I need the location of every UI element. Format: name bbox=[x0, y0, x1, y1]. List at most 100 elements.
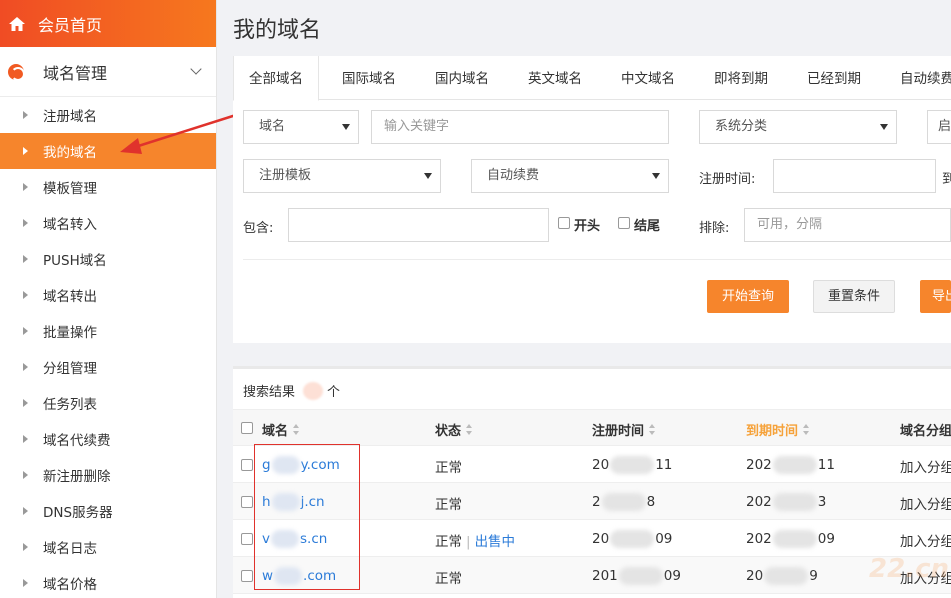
chevron-down-icon bbox=[190, 63, 202, 75]
row-checkbox[interactable] bbox=[241, 570, 253, 582]
sidebar-home-label: 会员首页 bbox=[38, 15, 103, 35]
starts-checkbox[interactable] bbox=[558, 217, 570, 229]
caret-right-icon bbox=[23, 147, 28, 155]
caret-right-icon bbox=[23, 507, 28, 515]
domain-link[interactable]: w .com bbox=[262, 567, 336, 585]
sidebar-item-push[interactable]: PUSH域名 bbox=[0, 241, 216, 277]
exclude-label: 排除: bbox=[699, 221, 730, 236]
type-select-value: 域名 bbox=[259, 119, 286, 134]
sidebar-item-templates[interactable]: 模板管理 bbox=[0, 169, 216, 205]
results-summary-suffix: 个 bbox=[327, 385, 341, 400]
contains-input[interactable] bbox=[288, 208, 549, 242]
reg-time-label: 注册时间: bbox=[699, 172, 756, 187]
category-select[interactable]: 系统分类 bbox=[699, 110, 897, 144]
domain-link[interactable]: h j.cn bbox=[262, 493, 325, 511]
reset-button[interactable]: 重置条件 bbox=[813, 280, 895, 313]
type-select[interactable]: 域名 bbox=[243, 110, 359, 144]
domain-link[interactable]: g y.com bbox=[262, 456, 340, 474]
reg-time-start-input[interactable] bbox=[773, 159, 936, 193]
add-group-link[interactable]: 加入分组 bbox=[900, 530, 951, 550]
sidebar: 会员首页 域名管理 注册域名 我的域名 模板管理 域名转入 PUSH域名 域名转… bbox=[0, 0, 217, 598]
col-reg-time[interactable]: 注册时间 bbox=[592, 420, 656, 439]
row-checkbox[interactable] bbox=[241, 496, 253, 508]
table-row: g y.com 正常 20 11 202 11 加入分组 bbox=[233, 446, 951, 483]
status-cell: 正常 | 出售中 bbox=[435, 530, 515, 550]
export-button[interactable]: 导出 bbox=[920, 280, 951, 313]
caret-right-icon bbox=[23, 183, 28, 191]
sidebar-item-tasks[interactable]: 任务列表 bbox=[0, 385, 216, 421]
col-group[interactable]: 域名分组 bbox=[900, 420, 951, 439]
col-status[interactable]: 状态 bbox=[435, 420, 473, 439]
exp-time-end: 09 bbox=[817, 531, 835, 547]
sidebar-item-dns[interactable]: DNS服务器 bbox=[0, 493, 216, 529]
table-row: v s.cn 正常 | 出售中 20 09 202 09 加入分组 bbox=[233, 520, 951, 557]
sort-icon bbox=[466, 424, 473, 435]
exp-time-start: 202 bbox=[746, 531, 772, 547]
row-checkbox[interactable] bbox=[241, 533, 253, 545]
auto-renew-select[interactable]: 自动续费 bbox=[471, 159, 669, 193]
domain-link[interactable]: v s.cn bbox=[262, 530, 327, 548]
for-sale-link[interactable]: 出售中 bbox=[475, 534, 516, 550]
caret-right-icon bbox=[23, 291, 28, 299]
add-group-link[interactable]: 加入分组 bbox=[900, 493, 951, 513]
caret-right-icon bbox=[23, 435, 28, 443]
tab-international[interactable]: 国际域名 bbox=[342, 56, 396, 100]
tab-english[interactable]: 英文域名 bbox=[528, 56, 582, 100]
sidebar-item-prices[interactable]: 域名价格 bbox=[0, 565, 216, 598]
status-text: 正常 bbox=[435, 460, 462, 476]
sort-icon bbox=[803, 424, 810, 435]
reg-time-start: 201 bbox=[592, 568, 618, 584]
keyword-input[interactable]: 输入关键字 bbox=[371, 110, 669, 144]
tab-chinese[interactable]: 中文域名 bbox=[621, 56, 675, 100]
template-select-value: 注册模板 bbox=[259, 168, 312, 183]
filter-panel: 全部域名 国际域名 国内域名 英文域名 中文域名 即将到期 已经到期 自动续费 … bbox=[233, 56, 951, 343]
sidebar-item-label: 域名价格 bbox=[43, 577, 97, 593]
tab-auto-renew[interactable]: 自动续费 bbox=[900, 56, 951, 100]
sidebar-item-new-delete[interactable]: 新注册删除 bbox=[0, 457, 216, 493]
extra-select[interactable]: 启 bbox=[927, 110, 951, 144]
col-exp-time[interactable]: 到期时间 bbox=[746, 420, 810, 439]
sidebar-group-domain[interactable]: 域名管理 bbox=[0, 47, 216, 97]
results-count-redacted bbox=[303, 381, 324, 400]
col-domain[interactable]: 域名 bbox=[262, 420, 300, 439]
sidebar-item-logs[interactable]: 域名日志 bbox=[0, 529, 216, 565]
tab-expired[interactable]: 已经到期 bbox=[807, 56, 861, 100]
exp-time-start: 20 bbox=[746, 568, 764, 584]
row-checkbox[interactable] bbox=[241, 459, 253, 471]
exclude-input[interactable]: 可用，分隔 bbox=[744, 208, 951, 242]
reg-time-start: 20 bbox=[592, 531, 610, 547]
tab-expiring-soon[interactable]: 即将到期 bbox=[714, 56, 768, 100]
reg-time-end: 11 bbox=[655, 457, 673, 473]
watermark-logo: 22.cn bbox=[869, 554, 949, 584]
results-panel: 搜索结果 个 域名 状态 注册时间 到期时间 域名分组 g y.com 正常 20… bbox=[233, 366, 951, 598]
query-button[interactable]: 开始查询 bbox=[707, 280, 789, 313]
sidebar-item-register[interactable]: 注册域名 bbox=[0, 97, 216, 133]
exp-time-cell: 202 3 bbox=[746, 493, 826, 511]
domain-end: j.cn bbox=[300, 494, 325, 510]
tab-all[interactable]: 全部域名 bbox=[233, 56, 319, 101]
add-group-link[interactable]: 加入分组 bbox=[900, 456, 951, 476]
sidebar-item-my-domains[interactable]: 我的域名 bbox=[0, 133, 216, 169]
select-all-checkbox[interactable] bbox=[241, 422, 253, 434]
sidebar-item-proxy-renew[interactable]: 域名代续费 bbox=[0, 421, 216, 457]
sort-icon bbox=[293, 424, 300, 435]
sidebar-home[interactable]: 会员首页 bbox=[0, 0, 216, 47]
domain-end: y.com bbox=[300, 457, 340, 473]
exp-time-end: 3 bbox=[817, 494, 827, 510]
sidebar-item-transfer-in[interactable]: 域名转入 bbox=[0, 205, 216, 241]
domain-end: .com bbox=[303, 568, 337, 584]
filter-divider bbox=[243, 259, 951, 260]
sidebar-item-transfer-out[interactable]: 域名转出 bbox=[0, 277, 216, 313]
tab-domestic[interactable]: 国内域名 bbox=[435, 56, 489, 100]
domain-start: g bbox=[262, 457, 271, 473]
caret-right-icon bbox=[23, 111, 28, 119]
ends-checkbox[interactable] bbox=[618, 217, 630, 229]
domain-start: v bbox=[262, 531, 270, 547]
sidebar-item-batch[interactable]: 批量操作 bbox=[0, 313, 216, 349]
sidebar-item-groups[interactable]: 分组管理 bbox=[0, 349, 216, 385]
redacted-text bbox=[610, 456, 655, 474]
template-select[interactable]: 注册模板 bbox=[243, 159, 441, 193]
sidebar-item-label: 分组管理 bbox=[43, 361, 97, 377]
col-exp-time-label: 到期时间 bbox=[746, 424, 799, 439]
domain-start: w bbox=[262, 568, 274, 584]
